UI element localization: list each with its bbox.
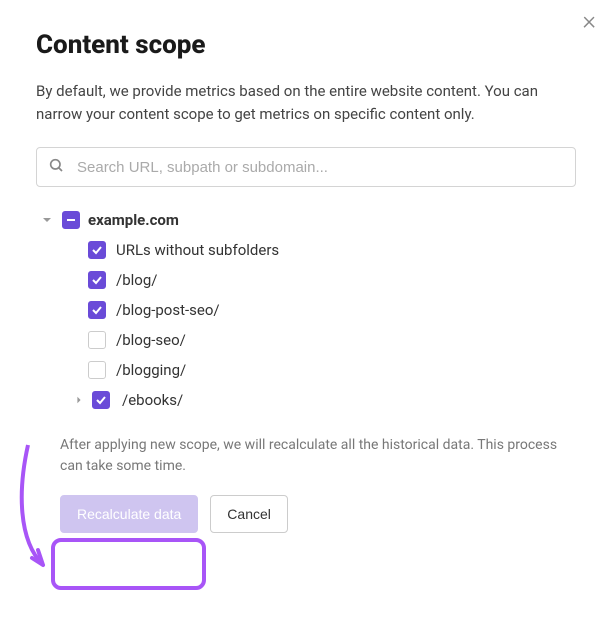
cancel-button[interactable]: Cancel: [210, 495, 288, 533]
tree: example.com URLs without subfolders /blo…: [36, 205, 576, 415]
tree-item-label: /blog-seo/: [116, 331, 186, 349]
checkbox-checked[interactable]: [88, 241, 106, 259]
tree-item-label: /blogging/: [116, 361, 186, 379]
tree-item-label: /ebooks/: [122, 391, 183, 409]
tree-item-label: URLs without subfolders: [116, 241, 279, 259]
tree-root-label: example.com: [88, 211, 179, 229]
tree-item[interactable]: /blog/: [36, 265, 576, 295]
checkbox-unchecked[interactable]: [88, 361, 106, 379]
checkbox-checked[interactable]: [92, 391, 110, 409]
tree-item[interactable]: /blog-seo/: [36, 325, 576, 355]
recalculate-note: After applying new scope, we will recalc…: [36, 435, 576, 477]
dialog-description: By default, we provide metrics based on …: [36, 80, 576, 125]
close-button[interactable]: ×: [582, 8, 596, 34]
dialog-title: Content scope: [36, 30, 576, 60]
tree-item[interactable]: /ebooks/: [36, 385, 576, 415]
checkbox-unchecked[interactable]: [88, 331, 106, 349]
chevron-right-icon[interactable]: [72, 393, 86, 407]
tree-item-label: /blog/: [116, 271, 157, 289]
recalculate-button[interactable]: Recalculate data: [60, 495, 198, 533]
tree-item[interactable]: URLs without subfolders: [36, 235, 576, 265]
chevron-down-icon[interactable]: [40, 213, 54, 227]
search-input[interactable]: [36, 147, 576, 187]
checkbox-checked[interactable]: [88, 271, 106, 289]
annotation-highlight: [51, 538, 206, 590]
checkbox-partial[interactable]: [62, 211, 80, 229]
tree-item-label: /blog-post-seo/: [116, 301, 220, 319]
checkbox-checked[interactable]: [88, 301, 106, 319]
search-wrapper: [36, 147, 576, 187]
tree-root-row[interactable]: example.com: [36, 205, 576, 235]
button-row: Recalculate data Cancel: [36, 495, 576, 533]
tree-item[interactable]: /blogging/: [36, 355, 576, 385]
tree-item[interactable]: /blog-post-seo/: [36, 295, 576, 325]
